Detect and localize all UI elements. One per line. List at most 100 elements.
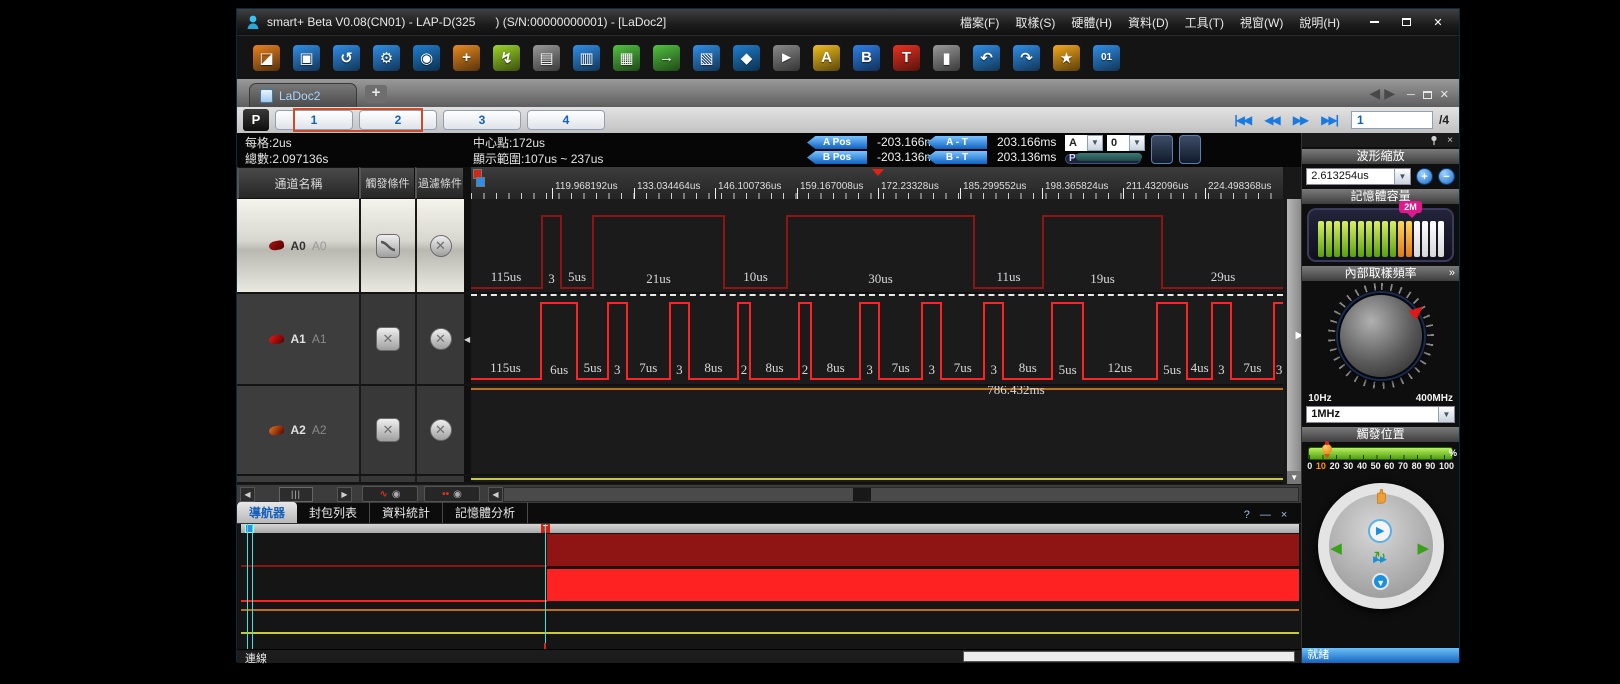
first-page-button[interactable]: |◀◀ bbox=[1234, 113, 1250, 127]
zoom-in-button[interactable]: + bbox=[1416, 168, 1433, 185]
last-page-button[interactable]: ▶▶| bbox=[1321, 113, 1337, 127]
storage-icon[interactable]: ▤ bbox=[533, 45, 560, 71]
next-page-button[interactable]: ▶▶ bbox=[1293, 113, 1307, 127]
trigger-position-bar[interactable] bbox=[1308, 447, 1453, 460]
navigator-view-cursor[interactable] bbox=[545, 524, 546, 649]
tab-scroll-left-icon[interactable]: ◀ bbox=[1369, 85, 1380, 102]
chevron-down-icon[interactable]: ▼ bbox=[1087, 135, 1103, 151]
save-as-icon[interactable]: ↺ bbox=[333, 45, 360, 71]
marker-flags-icon[interactable] bbox=[473, 169, 485, 187]
chevron-down-icon[interactable]: ▼ bbox=[1129, 135, 1145, 151]
window-layout-icon[interactable]: ▦ bbox=[613, 45, 640, 71]
menu-item[interactable]: 硬體(H) bbox=[1064, 12, 1119, 33]
column-header-trigger-condition[interactable]: 觸發條件 bbox=[359, 167, 415, 199]
eraser-icon[interactable]: ▮ bbox=[933, 45, 960, 71]
document-tab[interactable]: LaDoc2 bbox=[249, 83, 357, 107]
scroll-thumb[interactable] bbox=[853, 488, 871, 501]
panel-help-icon[interactable]: ? bbox=[1244, 509, 1250, 521]
menu-item[interactable]: 檔案(F) bbox=[953, 12, 1006, 33]
channel-name-cell[interactable]: A1A1 bbox=[237, 294, 359, 386]
chevron-down-icon[interactable]: ▼ bbox=[1438, 407, 1454, 422]
trigger-condition-cell[interactable] bbox=[359, 476, 415, 484]
filter-condition-cell[interactable] bbox=[415, 476, 464, 484]
menu-item[interactable]: 資料(D) bbox=[1121, 12, 1176, 33]
b-pos-badge[interactable]: B Pos bbox=[807, 151, 867, 164]
a-pos-badge[interactable]: A Pos bbox=[807, 136, 867, 149]
no-filter-icon[interactable]: ✕ bbox=[430, 419, 452, 441]
falling-edge-icon[interactable] bbox=[376, 234, 400, 258]
panel-minimize-icon[interactable]: — bbox=[1260, 509, 1271, 521]
single-capture-icon[interactable]: ↯ bbox=[493, 45, 520, 71]
channel-row-A3[interactable] bbox=[237, 476, 1301, 484]
copy-view-icon[interactable]: ▧ bbox=[693, 45, 720, 71]
no-filter-icon[interactable]: ✕ bbox=[430, 328, 452, 350]
name-scroll-right-icon[interactable]: ▶ bbox=[337, 487, 352, 502]
column-header-channel-name[interactable]: 通道名稱 bbox=[237, 167, 359, 199]
goto-marker-a-pin-button[interactable] bbox=[1151, 135, 1173, 164]
no-trigger-icon[interactable]: ✕ bbox=[376, 327, 400, 351]
trigger-marker-icon[interactable] bbox=[872, 169, 884, 182]
goto-marker-b-pin-button[interactable] bbox=[1179, 135, 1201, 164]
channel-row-A1[interactable]: A1A1 ✕ ✕ ◀115us6us5us37us38us28us28us37us37… bbox=[237, 294, 1301, 386]
menu-item[interactable]: 說明(H) bbox=[1292, 12, 1347, 33]
trigger-condition-cell[interactable]: ✕ bbox=[359, 294, 415, 386]
add-tab-button[interactable]: + bbox=[365, 85, 387, 103]
menu-item[interactable]: 視窗(W) bbox=[1233, 12, 1290, 33]
flag-a-icon[interactable]: A bbox=[813, 45, 840, 71]
page-button-3[interactable]: 3 bbox=[443, 110, 521, 130]
filter-condition-cell[interactable]: ✕ bbox=[415, 386, 464, 476]
tools-icon[interactable]: + bbox=[453, 45, 480, 71]
frequency-select[interactable]: 1MHz ▼ bbox=[1306, 406, 1455, 423]
name-scroll-left-icon[interactable]: ◀ bbox=[240, 487, 255, 502]
page-mode-badge[interactable]: P bbox=[243, 109, 269, 131]
menu-item[interactable]: 工具(T) bbox=[1178, 12, 1231, 33]
channel-row-A2[interactable]: A2A2✕✕786.432ms bbox=[237, 386, 1301, 476]
a-t-badge[interactable]: A - T bbox=[927, 136, 987, 149]
zoom-next-icon[interactable]: ↷ bbox=[1013, 45, 1040, 71]
panel-close-icon[interactable]: × bbox=[1281, 509, 1287, 521]
waveform-mode-button[interactable]: ∿◉ bbox=[362, 486, 418, 502]
marker-select[interactable]: A ▼ bbox=[1065, 135, 1103, 151]
panel-close-icon[interactable]: × bbox=[1447, 135, 1453, 146]
bottom-tab-記憶體分析[interactable]: 記憶體分析 bbox=[443, 502, 528, 523]
navigator-ruler[interactable] bbox=[241, 524, 1299, 533]
zoom-scale-select[interactable]: 2.613254us ▼ bbox=[1306, 168, 1411, 185]
trigger-condition-cell[interactable] bbox=[359, 199, 415, 294]
page-number-input[interactable]: 1 bbox=[1351, 111, 1433, 129]
marker-number-select[interactable]: 0 ▼ bbox=[1107, 135, 1145, 151]
expand-chevrons-icon[interactable]: » bbox=[1449, 266, 1455, 281]
frequency-knob[interactable] bbox=[1338, 293, 1424, 379]
channel-name-cell[interactable]: A0A0 bbox=[237, 199, 359, 294]
pane-minimize-button[interactable]: ─ bbox=[1407, 89, 1415, 101]
time-ruler[interactable]: 119.968192us133.034464us146.100736us159.… bbox=[471, 167, 1283, 199]
filter-condition-cell[interactable]: ✕ bbox=[415, 199, 464, 294]
bus-decode-icon[interactable]: ◆ bbox=[733, 45, 760, 71]
channel-name-cell[interactable] bbox=[237, 476, 359, 484]
no-filter-icon[interactable]: ✕ bbox=[430, 235, 452, 257]
filter-condition-cell[interactable]: ✕ bbox=[415, 294, 464, 386]
pin-icon[interactable] bbox=[1429, 135, 1439, 145]
tab-scroll-right-icon[interactable]: ▶ bbox=[1384, 85, 1395, 102]
scroll-down-icon[interactable]: ▼ bbox=[1287, 471, 1301, 484]
waveform-area-A1[interactable]: 115us6us5us37us38us28us28us37us37us38us5… bbox=[471, 294, 1283, 386]
channel-marker-icon[interactable]: ◀ bbox=[464, 335, 470, 344]
device-panel-icon[interactable]: ▥ bbox=[573, 45, 600, 71]
hand-pan-icon[interactable] bbox=[1372, 487, 1390, 505]
channel-row-A0[interactable]: A0A0✕115us35us21us10us30us11us19us29us bbox=[237, 199, 1301, 294]
column-header-filter-condition[interactable]: 過濾條件 bbox=[415, 167, 464, 199]
screenshot-icon[interactable]: ◉ bbox=[413, 45, 440, 71]
flag-b-icon[interactable]: B bbox=[853, 45, 880, 71]
bottom-tab-導航器[interactable]: 導航器 bbox=[237, 502, 297, 523]
save-icon[interactable]: ▣ bbox=[293, 45, 320, 71]
pane-close-button[interactable]: ✕ bbox=[1440, 88, 1449, 101]
save-settings-icon[interactable]: ⚙ bbox=[373, 45, 400, 71]
favorite-icon[interactable]: ★ bbox=[1053, 45, 1080, 71]
wave-scroll-left-icon[interactable]: ◀ bbox=[488, 487, 503, 502]
flag-t-icon[interactable]: T bbox=[893, 45, 920, 71]
bottom-tab-資料統計[interactable]: 資料統計 bbox=[370, 502, 443, 523]
b-t-badge[interactable]: B - T bbox=[927, 151, 987, 164]
trigger-position-pin[interactable] bbox=[1322, 444, 1332, 458]
bottom-tab-封包列表[interactable]: 封包列表 bbox=[297, 502, 370, 523]
menu-item[interactable]: 取樣(S) bbox=[1008, 12, 1062, 33]
zoom-out-button[interactable]: − bbox=[1438, 168, 1455, 185]
